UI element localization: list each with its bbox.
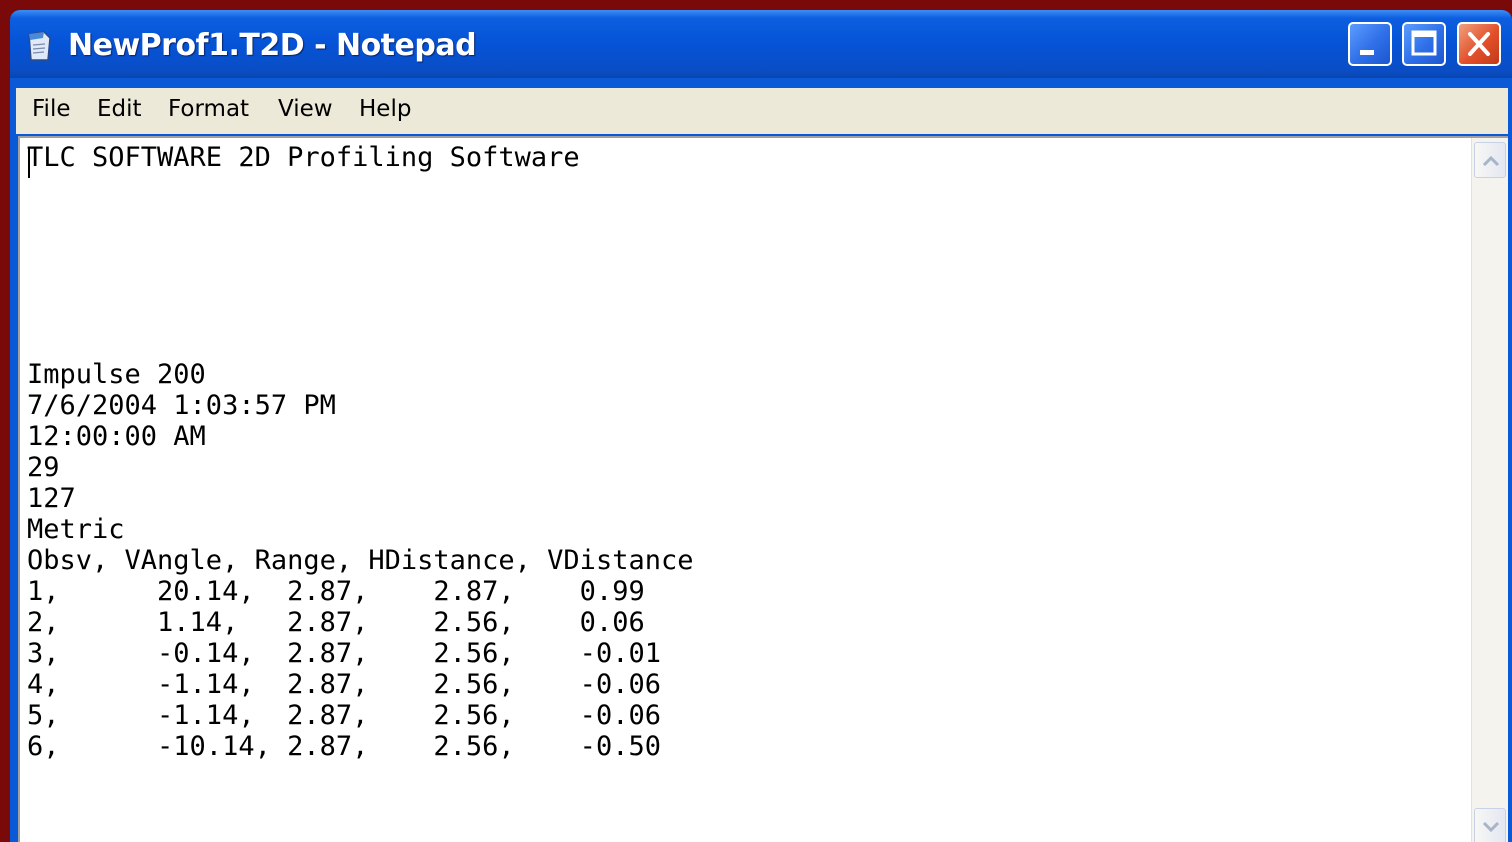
maximize-button[interactable]	[1402, 22, 1446, 66]
maximize-icon	[1411, 30, 1437, 56]
menu-edit[interactable]: Edit	[97, 96, 142, 122]
minimize-icon	[1360, 50, 1374, 55]
scroll-up-arrow-icon	[1482, 155, 1500, 167]
menu-view[interactable]: View	[278, 96, 333, 122]
text-caret	[28, 148, 30, 178]
scroll-up-button[interactable]	[1474, 142, 1506, 178]
vertical-scrollbar[interactable]	[1471, 138, 1508, 842]
close-button[interactable]	[1457, 22, 1501, 66]
desktop-background: NewProf1.T2D - Notepad File Edit Format …	[0, 0, 1512, 842]
window-title: NewProf1.T2D - Notepad	[68, 28, 477, 63]
close-icon	[1468, 32, 1490, 56]
menu-file[interactable]: File	[32, 96, 71, 122]
minimize-button[interactable]	[1348, 22, 1392, 66]
title-bar[interactable]: NewProf1.T2D - Notepad	[10, 10, 1512, 78]
notepad-icon	[28, 31, 51, 61]
text-editor[interactable]: TLC SOFTWARE 2D Profiling Software Impul…	[18, 136, 1508, 842]
notepad-window: NewProf1.T2D - Notepad File Edit Format …	[10, 10, 1512, 842]
document-text[interactable]: TLC SOFTWARE 2D Profiling Software Impul…	[27, 142, 1467, 762]
scroll-down-button[interactable]	[1474, 808, 1506, 842]
menu-help[interactable]: Help	[359, 96, 411, 122]
scroll-down-arrow-icon	[1482, 821, 1500, 833]
menu-bar: File Edit Format View Help	[16, 88, 1508, 134]
menu-format[interactable]: Format	[168, 96, 249, 122]
